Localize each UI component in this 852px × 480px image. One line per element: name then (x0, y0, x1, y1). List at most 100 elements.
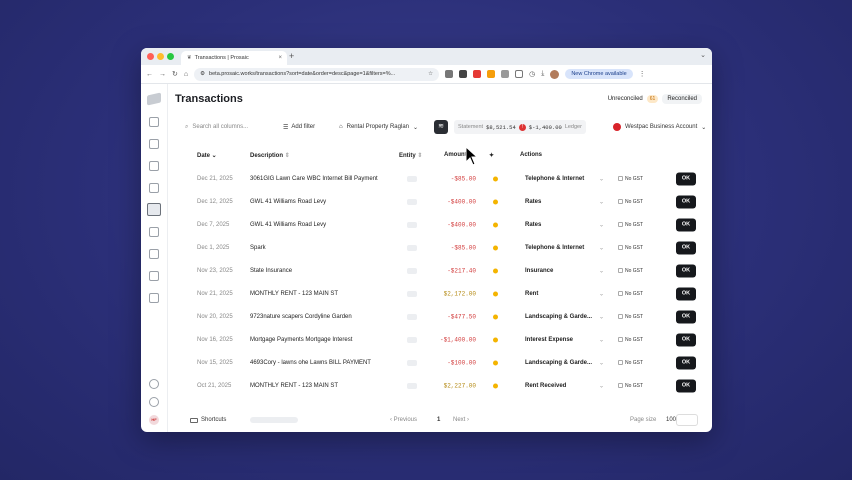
site-info-icon[interactable]: ⚙ (200, 71, 205, 77)
chevron-down-icon[interactable]: ⌄ (599, 382, 604, 389)
briefcase-nav-icon[interactable] (149, 161, 159, 171)
document-nav-icon[interactable] (149, 249, 159, 259)
chevron-down-icon[interactable]: ⌄ (599, 313, 604, 320)
close-tab-icon[interactable]: × (278, 55, 282, 61)
reconciled-tab[interactable]: Reconciled (662, 94, 702, 104)
gst-toggle[interactable]: No GST (618, 245, 643, 251)
unreconciled-tab[interactable]: Unreconciled (608, 96, 643, 102)
table-row[interactable]: Nov 15, 2025 4693Cory - lawns ohe Lawns B… (168, 351, 712, 374)
extension-icon[interactable] (501, 70, 510, 78)
page-size-select[interactable] (676, 414, 698, 426)
chevron-down-icon[interactable]: ⌄ (599, 267, 604, 274)
chevron-down-icon[interactable]: ⌄ (599, 175, 604, 182)
ok-button[interactable]: OK (676, 356, 696, 369)
home-nav-icon[interactable] (149, 117, 159, 127)
ok-button[interactable]: OK (676, 310, 696, 323)
bank-nav-icon[interactable] (149, 139, 159, 149)
sparkle-icon[interactable]: ✦ (489, 152, 494, 159)
gst-toggle[interactable]: No GST (618, 383, 643, 389)
home-icon[interactable]: ⌂ (184, 71, 188, 78)
menu-icon[interactable]: ⋮ (639, 70, 646, 78)
puzzle-icon[interactable] (515, 70, 524, 78)
download-icon[interactable]: ⤓ (541, 70, 544, 78)
entity-chip[interactable] (407, 313, 417, 320)
address-bar[interactable]: ⚙ beta.prosaic.works/transactions?sort=d… (194, 67, 440, 81)
chevron-down-icon[interactable]: ⌄ (599, 336, 604, 343)
table-row[interactable]: Nov 21, 2025 MONTHLY RENT - 123 MAIN ST $2… (168, 282, 712, 305)
category-select[interactable]: Landscaping & Garde... (525, 360, 592, 366)
chrome-update-button[interactable]: New Chrome available (565, 69, 633, 79)
chevron-down-icon[interactable]: ⌄ (599, 198, 604, 205)
profile-avatar[interactable] (550, 69, 560, 79)
ok-button[interactable]: OK (676, 218, 696, 231)
building-nav-icon[interactable] (149, 227, 159, 237)
category-select[interactable]: Rent (525, 291, 538, 297)
amount-column-header[interactable]: Amount (444, 152, 467, 158)
ok-button[interactable]: OK (676, 195, 696, 208)
ok-button[interactable]: OK (676, 241, 696, 254)
extension-icon[interactable] (445, 70, 454, 78)
category-select[interactable]: Interest Expense (525, 337, 573, 343)
category-select[interactable]: Rent Received (525, 383, 566, 389)
entity-chip[interactable] (407, 244, 417, 251)
gst-toggle[interactable]: No GST (618, 314, 643, 320)
transactions-nav-icon[interactable] (147, 203, 161, 216)
bookmark-star-icon[interactable]: ☆ (428, 71, 433, 77)
gst-toggle[interactable]: No GST (618, 268, 643, 274)
entity-chip[interactable] (407, 221, 417, 228)
entity-chip[interactable] (407, 198, 417, 205)
next-page-button[interactable]: Next › (453, 417, 469, 423)
search-box[interactable]: ⌕ Search all columns... (185, 124, 248, 131)
table-row[interactable]: Nov 20, 2025 9723nature scapers Cordyline… (168, 305, 712, 328)
previous-page-button[interactable]: ‹ Previous (390, 417, 417, 423)
chevron-down-icon[interactable]: ⌄ (599, 221, 604, 228)
forward-icon[interactable]: → (159, 71, 166, 78)
table-row[interactable]: Dec 21, 2025 3061GIG Lawn Care WBC Intern… (168, 167, 712, 190)
entity-chip[interactable] (407, 290, 417, 297)
tab-search-icon[interactable]: ⌄ (700, 51, 706, 59)
extension-icon[interactable] (487, 70, 496, 78)
ok-button[interactable]: OK (676, 333, 696, 346)
table-row[interactable]: Nov 23, 2025 State Insurance -$217.40 Insur… (168, 259, 712, 282)
close-window-button[interactable] (147, 53, 154, 60)
category-select[interactable]: Landscaping & Garde... (525, 314, 592, 320)
chat-icon[interactable] (149, 379, 159, 389)
chevron-down-icon[interactable]: ⌄ (599, 359, 604, 366)
extension-icon[interactable] (473, 70, 482, 78)
reload-icon[interactable]: ↻ (172, 70, 178, 78)
extension-icon[interactable] (459, 70, 468, 78)
browser-tab[interactable]: ❦ Transactions | Prosaic × (181, 51, 287, 65)
category-select[interactable]: Telephone & Internet (525, 176, 584, 182)
category-select[interactable]: Rates (525, 222, 541, 228)
gst-toggle[interactable]: No GST (618, 291, 643, 297)
category-select[interactable]: Insurance (525, 268, 553, 274)
user-avatar[interactable]: HF (149, 415, 159, 425)
maximize-window-button[interactable] (167, 53, 174, 60)
logo-icon[interactable] (147, 92, 161, 106)
gst-toggle[interactable]: No GST (618, 222, 643, 228)
entity-column-header[interactable]: Entity ⇕ (399, 152, 422, 159)
new-tab-button[interactable]: + (289, 51, 294, 61)
entity-chip[interactable] (407, 267, 417, 274)
ok-button[interactable]: OK (676, 287, 696, 300)
entity-chip[interactable] (407, 336, 417, 343)
table-row[interactable]: Dec 7, 2025 GWL 41 Williams Road Levy -$40… (168, 213, 712, 236)
ok-button[interactable]: OK (676, 379, 696, 392)
layers-button[interactable]: ≋ (434, 120, 448, 134)
table-row[interactable]: Oct 21, 2025 MONTHLY RENT - 123 MAIN ST $2… (168, 374, 712, 397)
back-icon[interactable]: ← (146, 71, 153, 78)
shortcuts-button[interactable]: Shortcuts (190, 417, 226, 423)
property-nav-icon[interactable] (149, 293, 159, 303)
property-select[interactable]: ⌂ Rental Property Raglan ⌄ (339, 124, 418, 131)
gst-toggle[interactable]: No GST (618, 360, 643, 366)
gst-toggle[interactable]: No GST (618, 199, 643, 205)
minimize-window-button[interactable] (157, 53, 164, 60)
description-column-header[interactable]: Description ⇕ (250, 152, 290, 159)
date-column-header[interactable]: Date ⌄ (197, 152, 217, 159)
book-nav-icon[interactable] (149, 183, 159, 193)
gst-toggle[interactable]: No GST (618, 337, 643, 343)
settings-icon[interactable] (149, 397, 159, 407)
add-filter-button[interactable]: ☰ Add filter (283, 124, 315, 131)
category-select[interactable]: Telephone & Internet (525, 245, 584, 251)
bank-account-select[interactable]: Westpac Business Account ⌄ (613, 123, 706, 131)
